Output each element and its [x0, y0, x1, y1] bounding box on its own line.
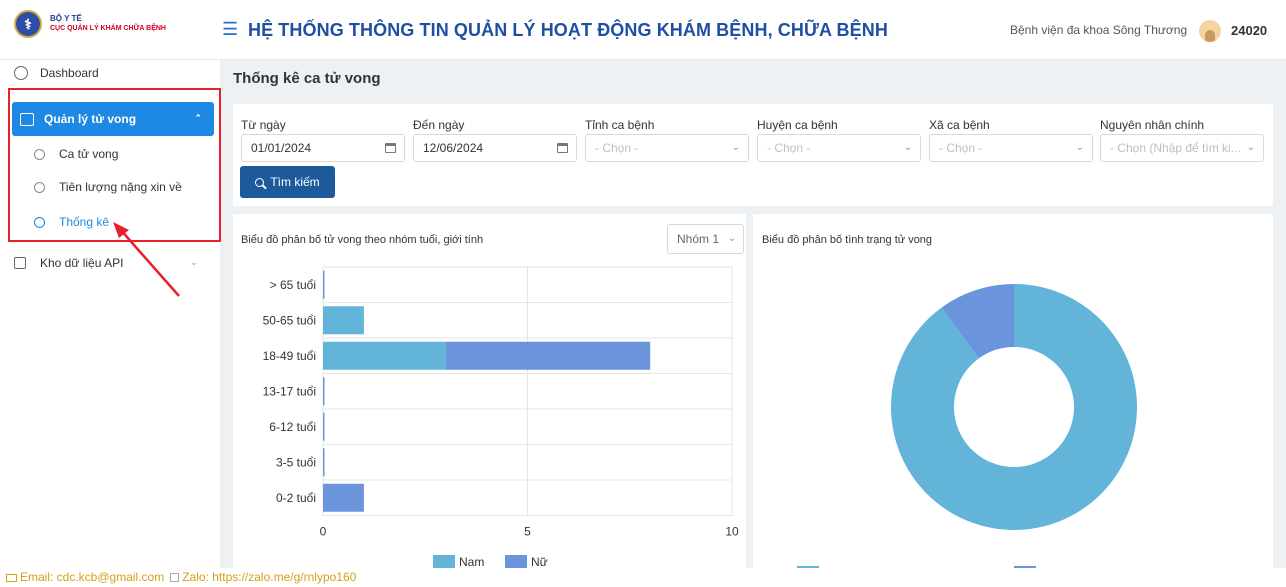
footer: Email: cdc.kcb@gmail.com Zalo: https://za… [0, 568, 1286, 587]
x-tick-label: 5 [524, 525, 531, 539]
bar [445, 341, 651, 370]
chevron-down-icon: ⌄ [1246, 142, 1255, 153]
chevron-down-icon: ⌄ [1075, 142, 1084, 153]
app-header: ⚕ BỘ Y TẾ CỤC QUẢN LÝ KHÁM CHỮA BỆNH ☰ H… [0, 0, 1286, 60]
y-tick-label: 3-5 tuổi [276, 455, 316, 469]
calendar-icon [385, 143, 396, 153]
cause-label: Nguyên nhân chính [1100, 118, 1205, 132]
menu-collapse-icon[interactable]: ☰ [222, 20, 238, 38]
dashboard-icon [14, 66, 28, 80]
y-tick-label: 13-17 tuổi [263, 384, 316, 398]
ward-select[interactable]: - Chọn - ⌄ [929, 134, 1093, 162]
bar-chart: 0 5 10 > 65 tuổi 50-65 tuổi 18-49 tuổi 13-17 t… [263, 266, 739, 568]
cause-select[interactable]: - Chọn (Nhập để tìm ki... ⌄ [1100, 134, 1264, 162]
ministry-logo[interactable]: ⚕ BỘ Y TẾ CỤC QUẢN LÝ KHÁM CHỮA BỆNH [14, 10, 166, 38]
sidebar-item-dashboard[interactable]: Dashboard [14, 66, 99, 80]
bar [323, 412, 325, 441]
hospital-name: Bệnh viện đa khoa Sông Thương [1010, 23, 1188, 37]
to-date-input[interactable]: 12/06/2024 [413, 134, 577, 162]
district-select[interactable]: - Chọn - ⌄ [757, 134, 921, 162]
bar [323, 270, 325, 299]
to-date-label: Đến ngày [413, 118, 465, 132]
from-date-label: Từ ngày [241, 118, 286, 132]
footer-email[interactable]: Email: cdc.kcb@gmail.com [20, 570, 164, 584]
bar [323, 341, 446, 370]
bar [323, 483, 364, 512]
zalo-icon [170, 573, 180, 582]
user-avatar[interactable] [1199, 20, 1221, 42]
user-id[interactable]: 24020 [1231, 23, 1267, 38]
legend-label: Nữ [531, 555, 548, 568]
search-icon [255, 177, 265, 187]
legend-swatch [433, 555, 455, 568]
y-tick-label: 18-49 tuổi [263, 349, 316, 363]
email-icon [6, 574, 17, 582]
page-title: Thống kê ca tử vong [233, 70, 381, 87]
from-date-input[interactable]: 01/01/2024 [241, 134, 405, 162]
ward-label: Xã ca bệnh [929, 118, 990, 132]
legend-label: Nam [459, 555, 484, 568]
y-tick-label: 6-12 tuổi [269, 420, 316, 434]
y-tick-label: > 65 tuổi [270, 278, 316, 292]
bar [323, 448, 325, 477]
calendar-icon [557, 143, 568, 153]
org-line2: CỤC QUẢN LÝ KHÁM CHỮA BỆNH [50, 25, 166, 32]
province-select[interactable]: - Chọn - ⌄ [585, 134, 749, 162]
footer-zalo[interactable]: Zalo: https://zalo.me/g/rnlypo160 [182, 570, 356, 584]
y-tick-label: 50-65 tuổi [263, 313, 316, 327]
app-title: HỆ THỐNG THÔNG TIN QUẢN LÝ HOẠT ĐỘNG KHÁ… [248, 20, 888, 40]
x-tick-label: 10 [725, 525, 739, 539]
bar [323, 377, 325, 406]
donut-chart [797, 284, 1137, 568]
legend-swatch [505, 555, 527, 568]
x-tick-label: 0 [320, 525, 327, 539]
bar-chart-card: Biểu đồ phân bố tử vong theo nhóm tuổi, … [233, 214, 746, 568]
filter-panel: Từ ngày 01/01/2024 Đến ngày 12/06/2024 T… [233, 104, 1273, 206]
sidebar-item-label: Dashboard [40, 66, 99, 80]
province-label: Tỉnh ca bệnh [585, 118, 655, 132]
district-label: Huyện ca bệnh [757, 118, 838, 132]
annotation-arrow [113, 222, 180, 297]
y-tick-label: 0-2 tuổi [276, 491, 316, 505]
search-button[interactable]: Tìm kiếm [240, 166, 335, 198]
bar [323, 306, 364, 335]
database-icon [14, 257, 26, 269]
caduceus-icon: ⚕ [14, 10, 42, 38]
chevron-down-icon: ⌄ [903, 142, 912, 153]
chevron-down-icon: ⌄ [731, 142, 740, 153]
donut-chart-card: Biểu đồ phân bố tình trạng tử vong [753, 214, 1273, 568]
org-line1: BỘ Y TẾ [50, 14, 82, 23]
